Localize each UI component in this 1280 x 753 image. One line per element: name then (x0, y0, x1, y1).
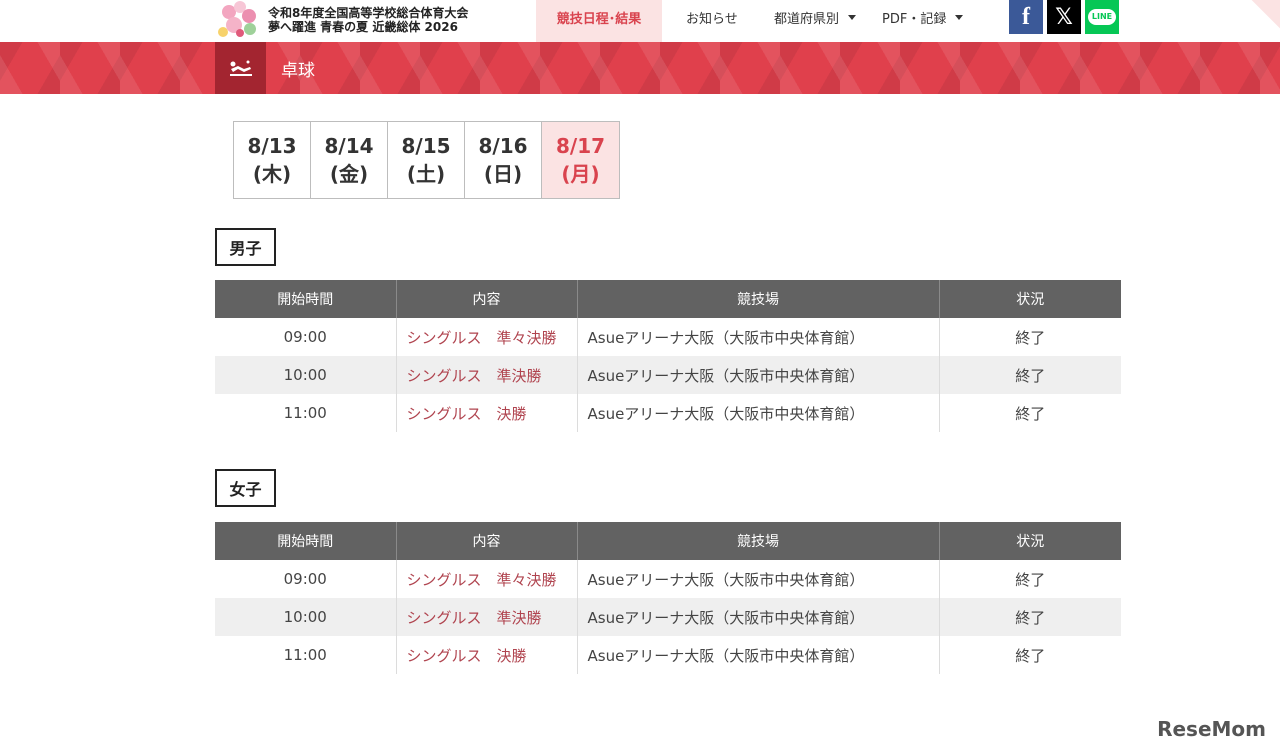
date-tabs: 8/13 (木) 8/14 (金) 8/15 (土) 8/16 (日) 8/17… (233, 121, 620, 199)
row-status: 終了 (938, 356, 1121, 394)
resemom-watermark: ReseMom (1157, 717, 1266, 741)
date-tab-0815[interactable]: 8/15 (土) (388, 122, 465, 198)
row-status: 終了 (938, 318, 1121, 356)
row-event-link[interactable]: シングルス 準決勝 (395, 598, 577, 636)
site-logo[interactable]: 令和8年度全国高等学校総合体育大会 夢へ躍進 青春の夏 近畿総体 2026 (218, 0, 476, 40)
header-status: 状況 (938, 280, 1121, 318)
logo-title-line2: 夢へ躍進 青春の夏 近畿総体 2026 (268, 20, 458, 34)
row-venue: Asueアリーナ大阪（大阪市中央体育館） (576, 356, 939, 394)
table-row: 11:00 シングルス 決勝 Asueアリーナ大阪（大阪市中央体育館） 終了 (215, 636, 1121, 674)
logo-title-line1: 令和8年度全国高等学校総合体育大会 (268, 6, 469, 20)
flower-logo-icon (218, 1, 262, 39)
chevron-down-icon (848, 15, 857, 20)
sport-title: 卓球 (281, 60, 315, 81)
date-tab-0817[interactable]: 8/17 (月) (542, 122, 619, 198)
schedule-table-women: 開始時間 内容 競技場 状況 09:00 シングルス 準々決勝 Asueアリーナ… (215, 522, 1121, 674)
site-header: 令和8年度全国高等学校総合体育大会 夢へ躍進 青春の夏 近畿総体 2026 競技… (0, 0, 1280, 42)
header-venue: 競技場 (576, 280, 939, 318)
row-event-link[interactable]: シングルス 準決勝 (395, 356, 577, 394)
nav-pdf-records[interactable]: PDF・記録 (880, 0, 990, 42)
row-status: 終了 (938, 560, 1121, 598)
table-header-row: 開始時間 内容 競技場 状況 (215, 522, 1121, 560)
table-header-row: 開始時間 内容 競技場 状況 (215, 280, 1121, 318)
row-venue: Asueアリーナ大阪（大阪市中央体育館） (576, 636, 939, 674)
social-links: f 𝕏 LINE (1009, 0, 1119, 34)
row-venue: Asueアリーナ大阪（大阪市中央体育館） (576, 318, 939, 356)
main-nav: 競技日程･結果 お知らせ 都道府県別 PDF・記録 (536, 0, 990, 42)
date-tab-0814[interactable]: 8/14 (金) (311, 122, 388, 198)
row-time: 09:00 (283, 328, 327, 346)
row-time: 11:00 (283, 404, 327, 422)
section-label-men: 男子 (215, 228, 276, 266)
header-event: 内容 (395, 522, 577, 560)
table-row: 11:00 シングルス 決勝 Asueアリーナ大阪（大阪市中央体育館） 終了 (215, 394, 1121, 432)
row-venue: Asueアリーナ大阪（大阪市中央体育館） (576, 598, 939, 636)
row-venue: Asueアリーナ大阪（大阪市中央体育館） (576, 560, 939, 598)
row-venue: Asueアリーナ大阪（大阪市中央体育館） (576, 394, 939, 432)
row-status: 終了 (938, 394, 1121, 432)
row-event-link[interactable]: シングルス 準々決勝 (395, 318, 577, 356)
table-row: 09:00 シングルス 準々決勝 Asueアリーナ大阪（大阪市中央体育館） 終了 (215, 560, 1121, 598)
header-status: 状況 (938, 522, 1121, 560)
x-twitter-icon[interactable]: 𝕏 (1047, 0, 1081, 34)
header-start-time: 開始時間 (215, 280, 396, 318)
row-time: 10:00 (215, 356, 396, 394)
header-event: 内容 (395, 280, 577, 318)
line-icon[interactable]: LINE (1085, 0, 1119, 34)
row-time: 11:00 (283, 646, 327, 664)
header-venue: 競技場 (576, 522, 939, 560)
row-time: 10:00 (215, 598, 396, 636)
table-row: 10:00 シングルス 準決勝 Asueアリーナ大阪（大阪市中央体育館） 終了 (215, 598, 1121, 636)
date-tab-0813[interactable]: 8/13 (木) (234, 122, 311, 198)
table-row: 10:00 シングルス 準決勝 Asueアリーナ大阪（大阪市中央体育館） 終了 (215, 356, 1121, 394)
facebook-icon[interactable]: f (1009, 0, 1043, 34)
table-tennis-icon (215, 42, 266, 94)
chevron-down-icon (955, 15, 964, 20)
date-tab-0816[interactable]: 8/16 (日) (465, 122, 542, 198)
nav-news[interactable]: お知らせ (662, 0, 770, 42)
header-start-time: 開始時間 (215, 522, 396, 560)
section-label-women: 女子 (215, 469, 276, 507)
sport-banner: 卓球 (0, 42, 1280, 94)
row-status: 終了 (938, 636, 1121, 674)
row-time: 09:00 (283, 570, 327, 588)
row-event-link[interactable]: シングルス 決勝 (395, 636, 577, 674)
table-row: 09:00 シングルス 準々決勝 Asueアリーナ大阪（大阪市中央体育館） 終了 (215, 318, 1121, 356)
nav-prefectures[interactable]: 都道府県別 (770, 0, 880, 42)
corner-decoration (1240, 0, 1280, 30)
row-status: 終了 (938, 598, 1121, 636)
row-event-link[interactable]: シングルス 決勝 (395, 394, 577, 432)
nav-schedule-results[interactable]: 競技日程･結果 (536, 0, 662, 42)
row-event-link[interactable]: シングルス 準々決勝 (395, 560, 577, 598)
schedule-table-men: 開始時間 内容 競技場 状況 09:00 シングルス 準々決勝 Asueアリーナ… (215, 280, 1121, 432)
